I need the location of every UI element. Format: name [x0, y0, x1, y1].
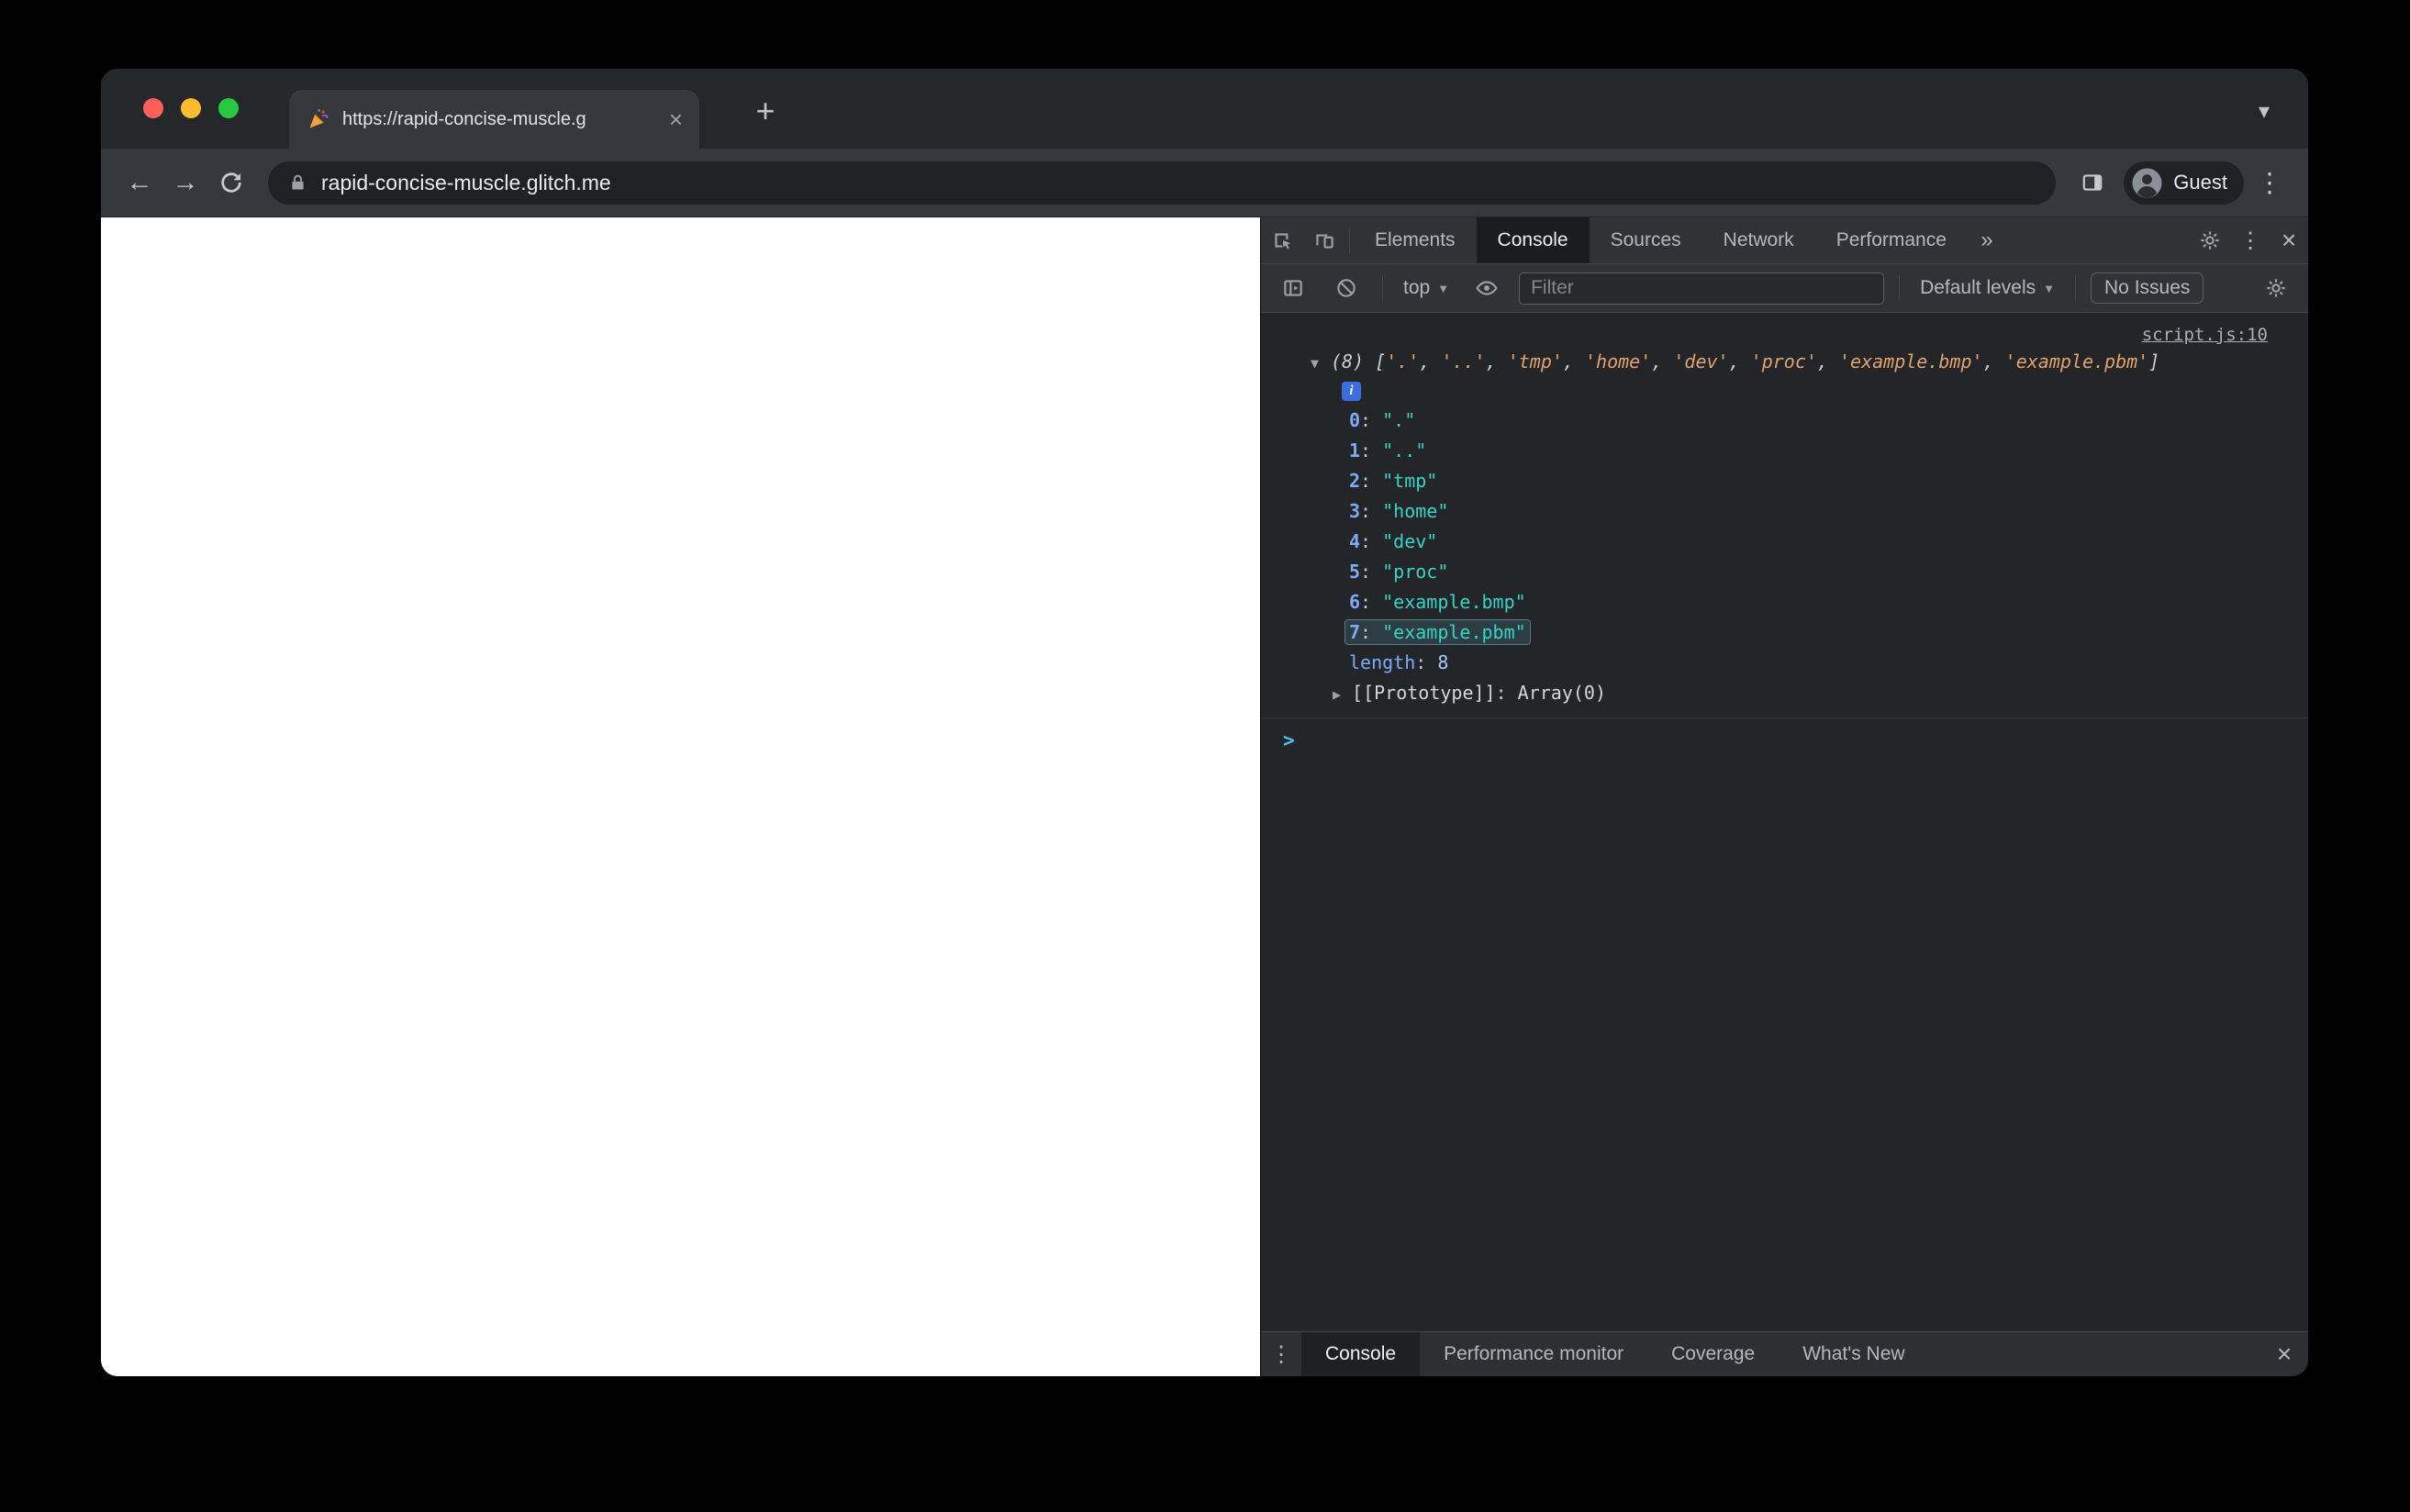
- window-minimize-button[interactable]: [181, 98, 201, 118]
- prototype-label: [[Prototype]]: [1352, 682, 1496, 704]
- forward-button[interactable]: →: [165, 162, 206, 203]
- array-item-row: 0: ".": [1349, 409, 1416, 431]
- drawer-tab-what-s-new[interactable]: What's New: [1779, 1332, 1928, 1376]
- drawer-tab-performance-monitor[interactable]: Performance monitor: [1420, 1332, 1647, 1376]
- console-prompt[interactable]: >: [1261, 718, 2308, 762]
- tab-strip: https://rapid-concise-muscle.g × + ▾: [101, 69, 2308, 149]
- console-settings-gear-icon[interactable]: [2255, 276, 2297, 300]
- more-tabs-icon[interactable]: »: [1968, 217, 2006, 263]
- drawer-tab-list: Console Performance monitor Coverage What's…: [1301, 1332, 1929, 1376]
- length-row: length: 8: [1349, 651, 1449, 673]
- divider: [1349, 228, 1350, 253]
- chevron-down-icon: ▼: [1437, 281, 1450, 295]
- devtools-tab-console[interactable]: Console: [1476, 217, 1590, 263]
- devtools-panel: Elements Console Sources Network Performance…: [1260, 217, 2308, 1376]
- context-label: top: [1403, 277, 1431, 298]
- devtools-tab-elements[interactable]: Elements: [1354, 217, 1477, 263]
- window-close-button[interactable]: [143, 98, 163, 118]
- address-bar[interactable]: rapid-concise-muscle.glitch.me: [268, 161, 2057, 205]
- desktop-background: https://rapid-concise-muscle.g × + ▾ ← →: [0, 0, 2410, 1512]
- array-item-row: 6: "example.bmp": [1349, 591, 1526, 613]
- array-item-row: 4: "dev": [1349, 530, 1438, 552]
- prototype-row: ▶ [[Prototype]]: Array(0): [1333, 682, 1606, 704]
- log-levels-label: Default levels: [1920, 277, 2036, 298]
- browser-menu-kebab-icon[interactable]: ⋮: [2249, 162, 2290, 203]
- console-message: script.js:10 ▼ (8) ['.', '..', 'tmp', 'h…: [1261, 313, 2308, 718]
- devtools-settings-gear-icon[interactable]: [2189, 217, 2231, 263]
- array-item-row: 7: "example.pbm": [1261, 617, 2308, 648]
- profile-chip[interactable]: Guest: [2124, 161, 2244, 205]
- divider: [2075, 275, 2077, 301]
- length-value: 8: [1437, 651, 1449, 673]
- chevron-down-icon: ▼: [2043, 281, 2056, 295]
- lock-icon[interactable]: [288, 173, 307, 193]
- tab-search-chevron-icon[interactable]: ▾: [2246, 93, 2282, 129]
- evaluated-info-row: i: [1261, 376, 2308, 406]
- issues-badge[interactable]: No Issues: [2091, 272, 2204, 304]
- tab-title: https://rapid-concise-muscle.g: [342, 108, 586, 129]
- length-label: length: [1349, 651, 1416, 673]
- side-panel-icon[interactable]: [2072, 162, 2113, 203]
- array-preview-row: ▼ (8) ['.', '..', 'tmp', 'home', 'dev', …: [1261, 347, 2308, 376]
- tab-close-icon[interactable]: ×: [669, 107, 683, 131]
- filter-input[interactable]: [1519, 272, 1885, 305]
- info-icon[interactable]: i: [1342, 381, 1361, 401]
- devtools-tab-performance[interactable]: Performance: [1815, 217, 1968, 263]
- new-tab-button[interactable]: +: [743, 89, 787, 133]
- profile-label: Guest: [2173, 171, 2227, 194]
- devtools-tab-network[interactable]: Network: [1702, 217, 1815, 263]
- console-messages: script.js:10 ▼ (8) ['.', '..', 'tmp', 'h…: [1261, 313, 2308, 1331]
- array-item-row: 3: "home": [1349, 500, 1449, 522]
- drawer-close-icon[interactable]: ×: [2260, 1332, 2308, 1376]
- url-text: rapid-concise-muscle.glitch.me: [321, 170, 611, 195]
- array-item-row: 2: "tmp": [1349, 470, 1438, 492]
- array-items: 0: "." 1: ".." 2: "tmp" 3: "home" 4: "dev" 5:…: [1261, 406, 2308, 648]
- array-expander-caret-icon[interactable]: ▼: [1311, 349, 1319, 378]
- divider: [1899, 275, 1901, 301]
- drawer-menu-kebab-icon[interactable]: ⋮: [1261, 1332, 1301, 1376]
- array-item-row: 5: "proc": [1349, 561, 1449, 583]
- array-item-row: 1: "..": [1349, 439, 1427, 461]
- console-sidebar-icon[interactable]: [1272, 276, 1314, 300]
- prototype-expander-caret-icon[interactable]: ▶: [1333, 686, 1341, 703]
- devtools-tabbar: Elements Console Sources Network Performance…: [1261, 217, 2308, 264]
- log-levels-selector[interactable]: Default levels ▼: [1914, 277, 2060, 299]
- drawer-tab-coverage[interactable]: Coverage: [1647, 1332, 1779, 1376]
- drawer-tab-console[interactable]: Console: [1301, 1332, 1421, 1376]
- browser-window: https://rapid-concise-muscle.g × + ▾ ← →: [101, 69, 2308, 1376]
- page-content[interactable]: [101, 217, 1260, 1376]
- devtools-tab-sources[interactable]: Sources: [1590, 217, 1702, 263]
- reload-button[interactable]: [211, 162, 251, 203]
- party-popper-favicon-icon: [306, 107, 330, 132]
- window-content: Elements Console Sources Network Performance…: [101, 217, 2308, 1376]
- array-preview-text: (8) ['.', '..', 'tmp', 'home', 'dev', 'p…: [1331, 350, 2160, 372]
- back-button[interactable]: ←: [119, 162, 160, 203]
- devtools-drawer: ⋮ Console Performance monitor Coverage What…: [1261, 1331, 2308, 1376]
- avatar: [2131, 167, 2163, 199]
- console-toolbar: top ▼ Default levels ▼: [1261, 264, 2308, 313]
- browser-tab[interactable]: https://rapid-concise-muscle.g ×: [289, 90, 699, 149]
- device-toolbar-icon[interactable]: [1303, 217, 1345, 263]
- window-zoom-button[interactable]: [218, 98, 239, 118]
- live-expression-eye-icon[interactable]: [1466, 276, 1508, 300]
- divider: [1382, 275, 1383, 301]
- window-controls: [143, 98, 239, 118]
- devtools-close-icon[interactable]: ×: [2270, 217, 2308, 263]
- source-link[interactable]: script.js:10: [2142, 325, 2268, 345]
- inspect-element-icon[interactable]: [1261, 217, 1303, 263]
- clear-console-icon[interactable]: [1325, 276, 1367, 300]
- devtools-tab-list: Elements Console Sources Network Performance: [1354, 217, 1968, 263]
- prompt-chevron-icon: >: [1283, 729, 1295, 751]
- source-line: script.js:10: [1261, 317, 2308, 347]
- context-selector[interactable]: top ▼: [1398, 277, 1455, 299]
- navigation-toolbar: ← → rapid-concise-muscle.glitch.me Guest…: [101, 149, 2308, 217]
- prototype-value: Array(0): [1517, 682, 1606, 704]
- devtools-menu-kebab-icon[interactable]: ⋮: [2231, 217, 2270, 263]
